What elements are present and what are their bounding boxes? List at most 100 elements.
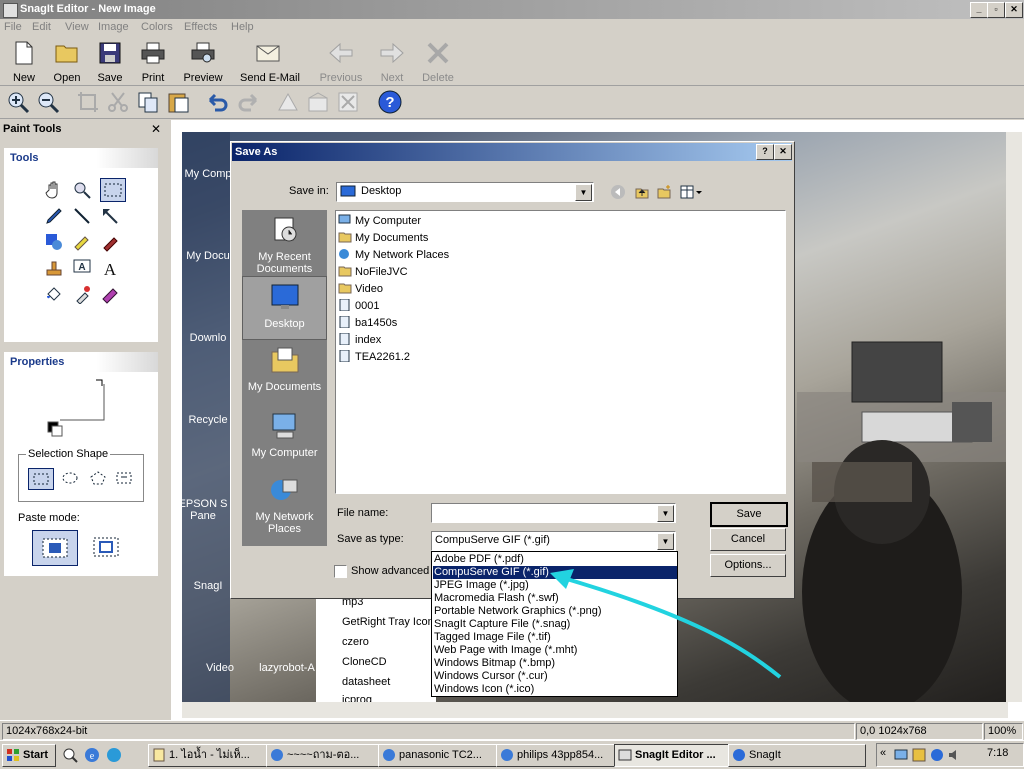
place-my-computer[interactable]: My Computer bbox=[242, 410, 327, 459]
help-icon[interactable]: ? bbox=[378, 90, 402, 114]
tray-network-icon[interactable] bbox=[893, 747, 909, 763]
zoom-tool-icon[interactable] bbox=[72, 180, 92, 200]
zoom-out-icon[interactable] bbox=[36, 90, 60, 114]
polygon-select-icon[interactable] bbox=[86, 468, 110, 488]
blur-tool-icon[interactable] bbox=[100, 284, 120, 304]
place-my-network-places[interactable]: My Network Places bbox=[242, 474, 327, 535]
menu-image[interactable]: Image bbox=[98, 21, 129, 33]
internet-explorer-icon[interactable]: e bbox=[84, 747, 100, 763]
menu-colors[interactable]: Colors bbox=[141, 21, 173, 33]
freehand-select-icon[interactable] bbox=[112, 468, 136, 488]
place-desktop[interactable]: Desktop bbox=[242, 276, 327, 340]
file-list[interactable]: My Computer My Documents My Network Plac… bbox=[335, 210, 786, 494]
back-icon[interactable] bbox=[610, 184, 626, 200]
vertical-scrollbar[interactable] bbox=[1006, 132, 1022, 702]
pen-tool-icon[interactable] bbox=[44, 206, 64, 226]
paste-transparent-icon[interactable] bbox=[84, 530, 128, 564]
menu-edit[interactable]: Edit bbox=[32, 21, 51, 33]
horizontal-scrollbar[interactable] bbox=[182, 702, 1008, 718]
delete-button[interactable]: Delete bbox=[413, 39, 463, 84]
arrow-tool-icon[interactable] bbox=[100, 206, 120, 226]
taskbar-item[interactable]: SnagIt bbox=[728, 744, 866, 767]
highlighter-tool-icon[interactable] bbox=[72, 232, 92, 252]
next-button[interactable]: Next bbox=[367, 39, 417, 84]
list-item[interactable]: 0001 bbox=[338, 298, 379, 314]
copy-icon[interactable] bbox=[136, 90, 160, 114]
start-button[interactable]: Start bbox=[2, 744, 56, 767]
menu-file[interactable]: File bbox=[4, 21, 22, 33]
paste-mode-opaque-button[interactable] bbox=[32, 530, 78, 566]
rotate-icon[interactable] bbox=[306, 90, 330, 114]
hand-tool-icon[interactable] bbox=[44, 180, 64, 200]
rect-shape-button[interactable] bbox=[28, 468, 54, 490]
menu-view[interactable]: View bbox=[65, 21, 89, 33]
clear-icon[interactable] bbox=[336, 90, 360, 114]
color-swatch-icon[interactable] bbox=[44, 376, 114, 438]
close-window-button[interactable]: ✕ bbox=[1005, 2, 1023, 18]
shape-tool-icon[interactable] bbox=[44, 232, 64, 252]
list-item[interactable]: Video bbox=[338, 281, 383, 297]
close-panel-icon[interactable]: ✕ bbox=[151, 122, 161, 136]
desktop-icon-label[interactable]: Video bbox=[190, 662, 250, 674]
list-item[interactable]: My Network Places bbox=[338, 247, 449, 263]
zoom-in-icon[interactable] bbox=[6, 90, 30, 114]
color-picker-tool-icon[interactable] bbox=[72, 284, 92, 304]
cut-icon[interactable] bbox=[106, 90, 130, 114]
previous-button[interactable]: Previous bbox=[316, 39, 366, 84]
desktop-icon-label[interactable]: My Comp bbox=[178, 168, 238, 180]
place-my-documents[interactable]: My Documents bbox=[242, 344, 327, 393]
print-button[interactable]: Print bbox=[128, 39, 178, 84]
menu-help[interactable]: Help bbox=[231, 21, 254, 33]
paste-icon[interactable] bbox=[166, 90, 190, 114]
list-item[interactable]: TEA2261.2 bbox=[338, 349, 410, 365]
redo-icon[interactable] bbox=[236, 90, 260, 114]
view-menu-icon[interactable] bbox=[680, 184, 702, 200]
taskbar-item[interactable]: 1. ไอน้ำ - ไม่เห็... bbox=[148, 744, 282, 767]
send-email-button[interactable]: Send E-Mail bbox=[240, 39, 300, 84]
dialog-help-button[interactable]: ? bbox=[756, 144, 774, 160]
flip-icon[interactable] bbox=[276, 90, 300, 114]
taskbar-item-active[interactable]: SnagIt Editor ... bbox=[614, 744, 744, 767]
list-item[interactable]: My Documents bbox=[338, 230, 428, 246]
dialog-titlebar[interactable]: Save As ? ✕ bbox=[232, 143, 792, 161]
tray-expand-icon[interactable]: « bbox=[880, 747, 886, 759]
ellipse-select-icon[interactable] bbox=[58, 468, 82, 488]
window-titlebar[interactable]: SnagIt Editor - New Image _ ▫ ✕ bbox=[0, 0, 1024, 19]
callout-tool-icon[interactable]: A bbox=[72, 258, 92, 278]
taskbar-item[interactable]: philips 43pp854... bbox=[496, 744, 630, 767]
taskbar-item[interactable]: panasonic TC2... bbox=[378, 744, 512, 767]
up-folder-icon[interactable] bbox=[634, 184, 650, 200]
show-advanced-checkbox[interactable] bbox=[334, 565, 347, 578]
desktop-icon-label[interactable]: Recycle bbox=[178, 414, 238, 426]
desktop-icon-label[interactable]: My Docu bbox=[178, 250, 238, 262]
tray-snagit-icon[interactable] bbox=[929, 747, 945, 763]
save-dialog-button[interactable]: Save bbox=[710, 502, 788, 527]
selection-tool-button[interactable] bbox=[100, 178, 126, 202]
maximize-button[interactable]: ▫ bbox=[987, 2, 1005, 18]
taskbar-item[interactable]: ~~~~ถาม-ตอ... bbox=[266, 744, 394, 767]
save-in-combo[interactable]: Desktop ▼ bbox=[336, 182, 594, 202]
desktop-icon-label[interactable]: lazyrobot-A bbox=[252, 662, 322, 674]
cancel-button[interactable]: Cancel bbox=[710, 528, 786, 551]
fill-tool-icon[interactable] bbox=[44, 284, 64, 304]
eraser-tool-icon[interactable] bbox=[100, 232, 120, 252]
list-item[interactable]: ba1450s bbox=[338, 315, 397, 331]
media-player-icon[interactable] bbox=[106, 747, 122, 763]
new-folder-icon[interactable] bbox=[656, 184, 672, 200]
minimize-button[interactable]: _ bbox=[970, 2, 988, 18]
dialog-close-button[interactable]: ✕ bbox=[774, 144, 792, 160]
crop-icon[interactable] bbox=[76, 90, 100, 114]
desktop-icon-label[interactable]: Downlo bbox=[178, 332, 238, 344]
list-item[interactable]: NoFileJVC bbox=[338, 264, 408, 280]
desktop-icon-label[interactable]: EPSON S Pane bbox=[178, 498, 228, 522]
list-item[interactable]: index bbox=[338, 332, 381, 348]
file-name-input[interactable]: ▼ bbox=[431, 503, 676, 523]
tray-app-icon[interactable] bbox=[911, 747, 927, 763]
tray-volume-icon[interactable] bbox=[947, 747, 963, 763]
place-my-recent-documents[interactable]: My Recent Documents bbox=[242, 214, 327, 275]
search-icon[interactable] bbox=[62, 747, 78, 763]
line-tool-icon[interactable] bbox=[72, 206, 92, 226]
undo-icon[interactable] bbox=[206, 90, 230, 114]
desktop-icon-label[interactable]: SnagI bbox=[178, 580, 238, 592]
save-as-type-combo[interactable]: CompuServe GIF (*.gif) ▼ bbox=[431, 531, 676, 551]
